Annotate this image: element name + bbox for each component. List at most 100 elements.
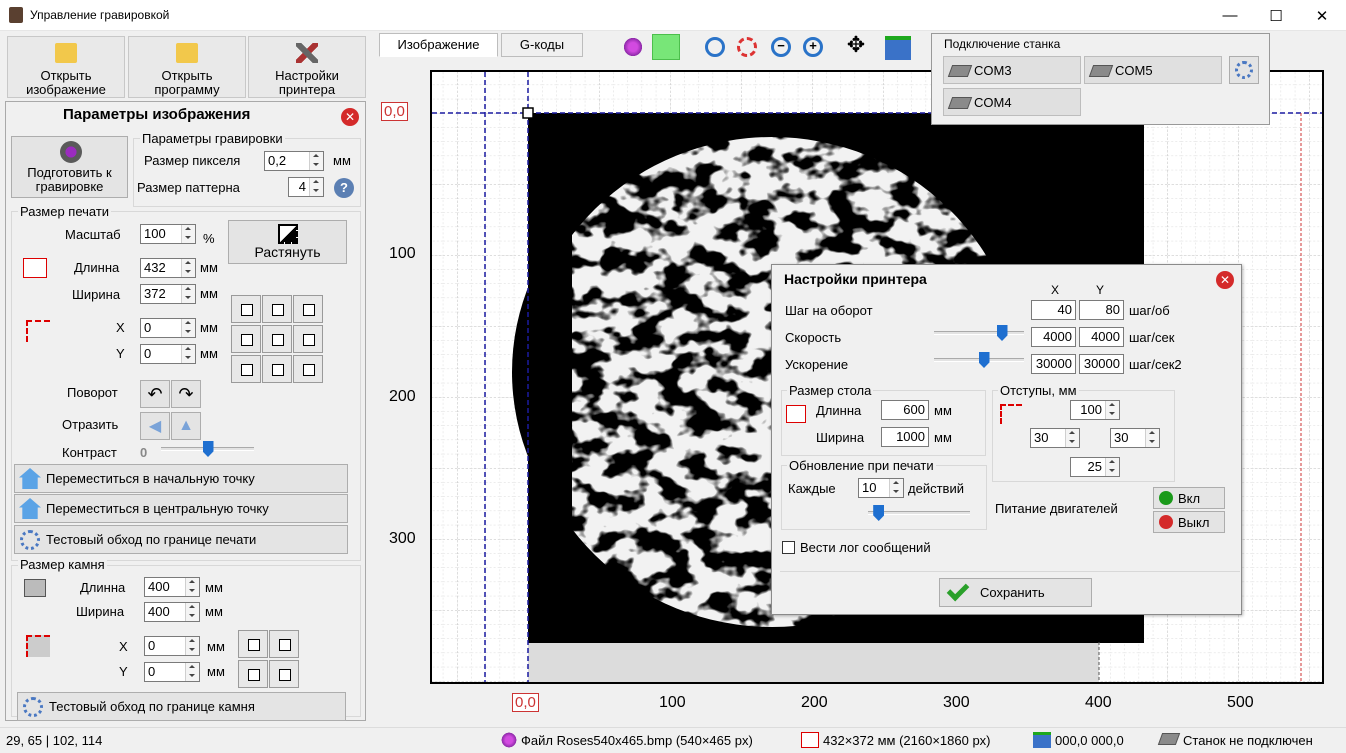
stone-align-bottom-right-button[interactable]	[269, 660, 299, 688]
stone-length-input[interactable]: 400	[144, 577, 200, 597]
accel-x-input[interactable]: 30000	[1031, 354, 1076, 374]
stretch-label: Растянуть	[254, 244, 321, 260]
stone-width-stepper[interactable]	[185, 603, 199, 621]
y-input[interactable]: 0	[140, 344, 196, 364]
status-file: Файл Roses540x465.bmp (540×465 px)	[521, 733, 753, 748]
width-input[interactable]: 372	[140, 284, 196, 304]
folder-image-icon	[55, 43, 77, 63]
open-image-button[interactable]: Открыть изображение	[7, 36, 125, 98]
test-stone-border-button[interactable]: Тестовый обход по границе камня	[17, 692, 346, 721]
stretch-button[interactable]: Растянуть	[228, 220, 347, 264]
help-icon[interactable]: ?	[334, 178, 354, 198]
steps-x-input[interactable]: 40	[1031, 300, 1076, 320]
rotate-left-button[interactable]: ↶	[140, 380, 170, 408]
pattern-size-input[interactable]: 4	[288, 177, 324, 197]
prepare-preview-icon[interactable]	[652, 34, 680, 60]
goto-center-button[interactable]: Переместиться в центральную точку	[14, 494, 348, 523]
margins-title: Отступы, мм	[998, 383, 1079, 398]
accel-y-input[interactable]: 30000	[1079, 354, 1124, 374]
length-stepper[interactable]	[181, 259, 195, 277]
table-length-input[interactable]: 600	[881, 400, 929, 420]
stone-align-top-left-button[interactable]	[238, 630, 268, 658]
motor-on-button[interactable]: Вкл	[1153, 487, 1225, 509]
save-button[interactable]: Сохранить	[939, 578, 1092, 607]
margin-top-input[interactable]: 100	[1070, 400, 1120, 420]
x-stepper[interactable]	[181, 319, 195, 337]
margin-left-stepper[interactable]	[1065, 429, 1079, 447]
table-width-input[interactable]: 1000	[881, 427, 929, 447]
prepare-button[interactable]: Подготовить к гравировке	[11, 136, 128, 198]
steps-y-input[interactable]: 80	[1079, 300, 1124, 320]
margin-right-input[interactable]: 30	[1110, 428, 1160, 448]
close-params-icon[interactable]: ✕	[341, 108, 359, 126]
zoom-select-icon[interactable]	[737, 37, 757, 57]
stone-width-value: 400	[148, 604, 170, 619]
mirror-vertical-button[interactable]: ▲	[171, 412, 201, 440]
pattern-size-stepper[interactable]	[309, 178, 323, 196]
stone-x-input[interactable]: 0	[144, 636, 200, 656]
zoom-out-icon[interactable]: −	[771, 37, 791, 57]
width-stepper[interactable]	[181, 285, 195, 303]
stone-width-input[interactable]: 400	[144, 602, 200, 622]
tab-image[interactable]: Изображение	[379, 33, 498, 57]
speed-x-input[interactable]: 4000	[1031, 327, 1076, 347]
speed-slider-thumb[interactable]	[996, 325, 1008, 341]
x-input[interactable]: 0	[140, 318, 196, 338]
pixel-size-stepper[interactable]	[309, 152, 323, 170]
align-center-button[interactable]	[262, 325, 292, 353]
stone-align-top-right-button[interactable]	[269, 630, 299, 658]
scale-stepper[interactable]	[181, 225, 195, 243]
open-program-button[interactable]: Открыть программу	[128, 36, 246, 98]
test-print-border-button[interactable]: Тестовый обход по границе печати	[14, 525, 348, 554]
align-bottom-right-button[interactable]	[293, 355, 323, 383]
align-top-right-button[interactable]	[293, 295, 323, 323]
zoom-fit-icon[interactable]	[705, 37, 725, 57]
stone-align-bottom-left-button[interactable]	[238, 660, 268, 688]
rotate-right-button[interactable]: ↷	[171, 380, 201, 408]
com5-button[interactable]: COM5	[1084, 56, 1222, 84]
speed-y-input[interactable]: 4000	[1079, 327, 1124, 347]
y-stepper[interactable]	[181, 345, 195, 363]
goto-start-button[interactable]: Переместиться в начальную точку	[14, 464, 348, 493]
motor-off-button[interactable]: Выкл	[1153, 511, 1225, 533]
align-bottom-center-button[interactable]	[262, 355, 292, 383]
move-icon[interactable]: ✥	[844, 34, 868, 58]
flower-icon[interactable]	[622, 37, 644, 57]
margin-bottom-stepper[interactable]	[1105, 458, 1119, 476]
tab-gcode[interactable]: G-коды	[501, 33, 583, 57]
minimize-button[interactable]: —	[1207, 0, 1253, 31]
accel-slider-thumb[interactable]	[978, 352, 990, 368]
every-stepper[interactable]	[889, 479, 903, 497]
margin-bottom-input[interactable]: 25	[1070, 457, 1120, 477]
every-input[interactable]: 10	[858, 478, 904, 498]
zoom-in-icon[interactable]: +	[803, 37, 823, 57]
align-middle-right-button[interactable]	[293, 325, 323, 353]
com4-button[interactable]: COM4	[943, 88, 1081, 116]
stone-x-stepper[interactable]	[185, 637, 199, 655]
refresh-ports-button[interactable]	[1229, 56, 1259, 84]
pixel-size-input[interactable]: 0,2	[264, 151, 324, 171]
close-window-button[interactable]: ✕	[1299, 0, 1345, 31]
align-top-left-button[interactable]	[231, 295, 261, 323]
align-bottom-left-button[interactable]	[231, 355, 261, 383]
stone-length-stepper[interactable]	[185, 578, 199, 596]
mirror-horizontal-button[interactable]: ◀	[140, 412, 170, 440]
origin-marker[interactable]	[522, 107, 534, 119]
folder-program-icon	[176, 43, 198, 63]
align-top-center-button[interactable]	[262, 295, 292, 323]
maximize-button[interactable]: ☐	[1253, 0, 1299, 31]
com3-button[interactable]: COM3	[943, 56, 1081, 84]
log-checkbox[interactable]	[782, 541, 795, 554]
machine-position-icon[interactable]	[885, 36, 911, 60]
length-input[interactable]: 432	[140, 258, 196, 278]
margin-left-input[interactable]: 30	[1030, 428, 1080, 448]
stone-y-input[interactable]: 0	[144, 662, 200, 682]
speed-slider[interactable]	[934, 331, 1024, 335]
scale-input[interactable]: 100	[140, 224, 196, 244]
stone-y-stepper[interactable]	[185, 663, 199, 681]
margin-right-stepper[interactable]	[1145, 429, 1159, 447]
margin-top-stepper[interactable]	[1105, 401, 1119, 419]
align-middle-left-button[interactable]	[231, 325, 261, 353]
printer-settings-button[interactable]: Настройки принтера	[248, 36, 366, 98]
close-printer-dialog-icon[interactable]: ✕	[1216, 271, 1234, 289]
